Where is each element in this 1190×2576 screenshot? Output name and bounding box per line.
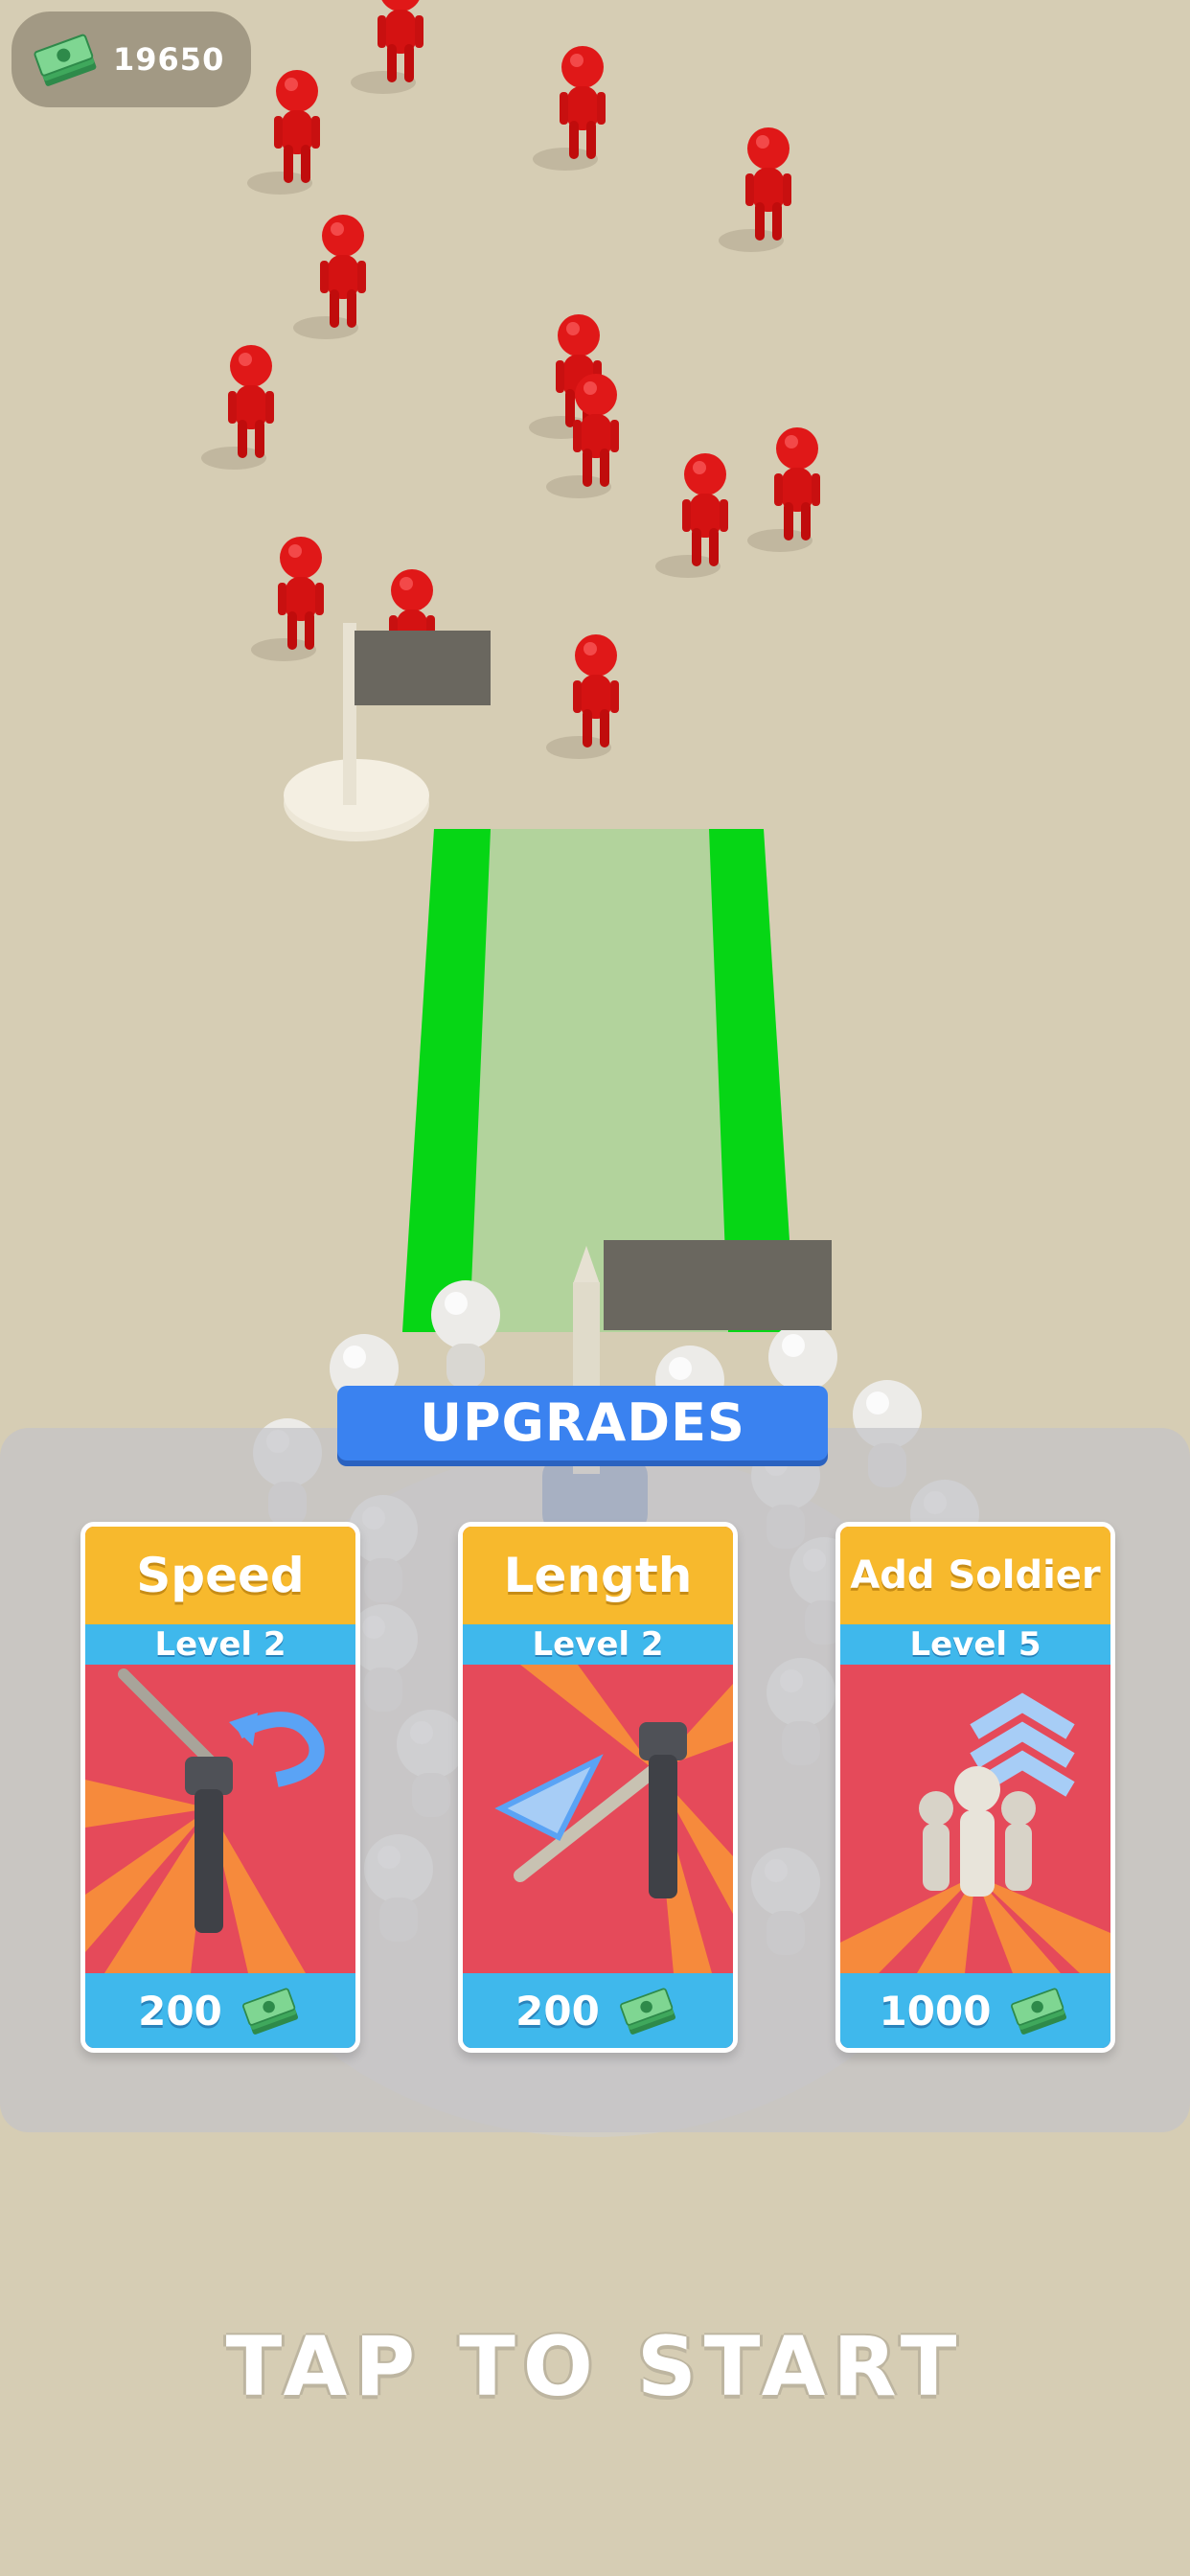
upgrade-card-length[interactable]: Length Level 2 200 <box>458 1522 738 2053</box>
upgrade-cost: 200 <box>515 1987 600 2035</box>
upgrade-card-speed[interactable]: Speed Level 2 200 <box>80 1522 360 2053</box>
upgrade-level: Level 2 <box>463 1624 733 1665</box>
upgrade-price: 200 <box>85 1973 355 2048</box>
upgrade-art <box>463 1665 733 1973</box>
upgrade-name: Length <box>463 1527 733 1624</box>
cash-stack-icon <box>619 1988 675 2035</box>
cash-stack-icon <box>34 34 97 86</box>
upgrade-price: 1000 <box>840 1973 1110 2048</box>
upgrade-art <box>840 1665 1110 1973</box>
upgrade-cost: 1000 <box>879 1987 992 2035</box>
checkpoint-flag <box>284 623 491 841</box>
upgrade-level: Level 2 <box>85 1624 355 1665</box>
extending-spear-icon <box>494 1665 733 1973</box>
cash-stack-icon <box>1011 1988 1067 2035</box>
upgrade-name: Add Soldier <box>840 1527 1110 1624</box>
game-scene[interactable] <box>0 0 1190 2576</box>
upgrade-price: 200 <box>463 1973 733 2048</box>
upgrade-cost: 200 <box>138 1987 222 2035</box>
enemy-crowd <box>201 0 820 759</box>
tap-to-start-prompt[interactable]: TAP TO START <box>0 2319 1190 2415</box>
soldier-group-icon <box>840 1692 1110 1973</box>
upgrade-name: Speed <box>85 1527 355 1624</box>
upgrade-card-add-soldier[interactable]: Add Soldier Level 5 1000 <box>835 1522 1115 2053</box>
currency-counter: 19650 <box>11 12 251 107</box>
upgrade-level: Level 5 <box>840 1624 1110 1665</box>
upgrade-art <box>85 1665 355 1973</box>
currency-amount: 19650 <box>113 41 225 78</box>
rotating-lever-icon <box>85 1668 325 1973</box>
cash-stack-icon <box>241 1988 298 2035</box>
upgrades-title: UPGRADES <box>337 1386 828 1460</box>
